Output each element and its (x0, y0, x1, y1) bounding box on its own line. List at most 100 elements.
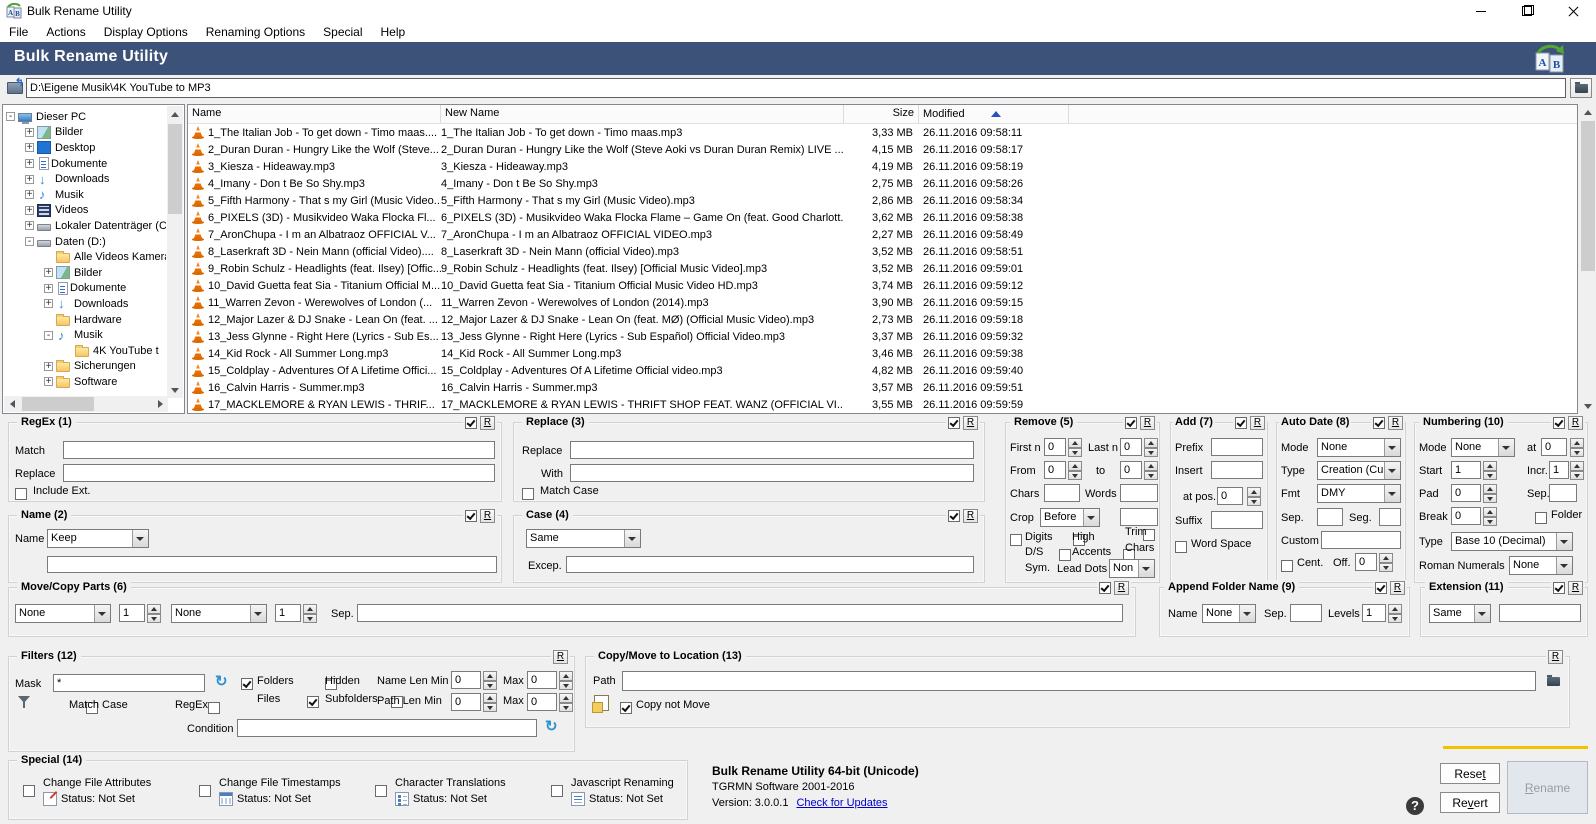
prefix-input[interactable] (1211, 438, 1263, 456)
chevron-down-icon[interactable] (1138, 560, 1154, 577)
file-row[interactable]: 14_Kid Rock - All Summer Long.mp3 14_Kid… (188, 345, 1577, 362)
panel-reset-button[interactable]: R (480, 509, 495, 523)
incr-stepper[interactable] (1570, 461, 1584, 480)
chevron-down-icon[interactable] (624, 530, 640, 547)
chevron-down-icon[interactable] (1384, 462, 1400, 479)
scroll-down-icon[interactable] (1584, 404, 1592, 409)
case-exceptions-input[interactable] (566, 556, 974, 573)
tree-item[interactable]: Bilder (6, 265, 166, 281)
file-row[interactable]: 8_Laserkraft 3D - Nein Mann (official Vi… (188, 243, 1577, 260)
name-len-min-stepper[interactable] (483, 671, 497, 690)
browse-destination-button[interactable] (1542, 671, 1564, 691)
menu-item[interactable]: Special (314, 22, 371, 42)
scrollbar-thumb[interactable] (1581, 121, 1595, 271)
offset-input[interactable] (1355, 553, 1377, 571)
panel-reset-button[interactable]: R (1548, 650, 1563, 664)
words-input[interactable] (1120, 484, 1158, 502)
tree-item[interactable]: Videos (6, 203, 166, 219)
tree-expander-icon[interactable] (44, 284, 53, 293)
tree-item[interactable]: Desktop (6, 140, 166, 156)
tree-expander-icon[interactable] (25, 237, 34, 246)
part2-count-stepper[interactable] (303, 604, 317, 623)
file-row[interactable]: 11_Warren Zevon - Werewolves of London (… (188, 294, 1577, 311)
name-mode-select[interactable]: Keep (47, 529, 149, 548)
append-sep-input[interactable] (1290, 604, 1322, 622)
file-row[interactable]: 16_Calvin Harris - Summer.mp3 16_Calvin … (188, 379, 1577, 396)
tree-expander-icon[interactable] (44, 299, 53, 308)
tree-vertical-scrollbar[interactable] (167, 106, 183, 398)
at-pos-input[interactable] (1217, 487, 1243, 505)
tree-item[interactable]: Alle Videos Kamera (6, 249, 166, 265)
file-row[interactable]: 13_Jess Glynne - Right Here (Lyrics - Su… (188, 328, 1577, 345)
with-input[interactable] (570, 464, 974, 482)
tree-expander-icon[interactable] (25, 190, 34, 199)
levels-input[interactable] (1362, 604, 1386, 622)
start-input[interactable] (1451, 461, 1481, 479)
file-row[interactable]: 9_Robin Schulz - Headlights (feat. Ilsey… (188, 260, 1577, 277)
chevron-down-icon[interactable] (1498, 439, 1514, 456)
to-stepper[interactable] (1144, 461, 1158, 480)
numbering-sep-input[interactable] (1549, 484, 1577, 502)
tree-horizontal-scrollbar[interactable] (4, 396, 168, 412)
last-n-input[interactable] (1120, 438, 1142, 456)
break-stepper[interactable] (1483, 507, 1497, 526)
menu-item[interactable]: Display Options (95, 22, 197, 42)
tree-item[interactable]: Bilder (6, 125, 166, 141)
part1-mode-select[interactable]: None (15, 604, 111, 623)
chevron-down-icon[interactable] (94, 605, 110, 622)
condition-input[interactable] (237, 719, 537, 737)
scroll-up-icon[interactable] (1584, 110, 1592, 115)
file-row[interactable]: 6_PIXELS (3D) - Musikvideo Waka Flocka F… (188, 209, 1577, 226)
file-row[interactable]: 10_David Guetta feat Sia - Titanium Offi… (188, 277, 1577, 294)
name-len-max-input[interactable] (527, 671, 557, 689)
path-len-max-stepper[interactable] (559, 693, 573, 712)
last-n-stepper[interactable] (1144, 438, 1158, 457)
century-checkbox[interactable] (1281, 560, 1293, 572)
chevron-down-icon[interactable] (1384, 485, 1400, 502)
pad-stepper[interactable] (1483, 484, 1497, 503)
part1-count-input[interactable] (119, 604, 145, 622)
from-input[interactable] (1044, 461, 1066, 479)
special-item-checkbox[interactable] (199, 785, 211, 797)
tree-item[interactable]: Dieser PC (6, 109, 166, 125)
copy-not-move-checkbox[interactable] (620, 702, 632, 714)
column-header-modified[interactable]: Modified (919, 105, 1069, 123)
list-vertical-scrollbar[interactable] (1580, 104, 1596, 414)
column-header-new-name[interactable]: New Name (441, 105, 844, 123)
path-len-min-stepper[interactable] (483, 693, 497, 712)
browse-folder-button[interactable] (1570, 78, 1592, 98)
numbering-type-select[interactable]: Base 10 (Decimal) (1451, 532, 1573, 551)
replace-input[interactable] (570, 441, 974, 459)
chevron-down-icon[interactable] (1474, 605, 1490, 622)
regex-match-input[interactable] (63, 441, 495, 459)
tree-item[interactable]: Lokaler Datenträger (C (6, 218, 166, 234)
first-n-input[interactable] (1044, 438, 1066, 456)
roman-numerals-select[interactable]: None (1509, 556, 1573, 575)
panel-reset-button[interactable]: R (1388, 416, 1403, 430)
chars-input[interactable] (1044, 484, 1080, 502)
match-case-checkbox[interactable] (522, 488, 534, 500)
minimize-icon[interactable] (1458, 0, 1504, 22)
pad-input[interactable] (1451, 484, 1481, 502)
regex-checkbox[interactable] (208, 702, 220, 714)
scroll-down-icon[interactable] (171, 388, 179, 393)
levels-stepper[interactable] (1388, 604, 1402, 623)
reset-button[interactable]: Reset (1440, 763, 1500, 784)
menu-item[interactable]: Actions (37, 22, 94, 42)
special-item-checkbox[interactable] (23, 785, 35, 797)
folder-checkbox[interactable] (1535, 512, 1547, 524)
suffix-input[interactable] (1211, 511, 1263, 529)
panel-reset-button[interactable]: R (1568, 581, 1583, 595)
panel-enable-checkbox[interactable] (465, 510, 477, 522)
regex-replace-input[interactable] (63, 464, 495, 482)
date-mode-select[interactable]: None (1317, 438, 1401, 457)
offset-stepper[interactable] (1379, 553, 1393, 572)
date-custom-input[interactable] (1321, 531, 1401, 549)
start-stepper[interactable] (1483, 461, 1497, 480)
folder-up-icon[interactable]: ↰ (7, 80, 23, 94)
word-space-checkbox[interactable] (1175, 541, 1187, 553)
menu-item[interactable]: Help (372, 22, 415, 42)
digits-checkbox[interactable] (1010, 534, 1022, 546)
append-mode-select[interactable]: None (1202, 604, 1256, 623)
file-row[interactable]: 12_Major Lazer & DJ Snake - Lean On (fea… (188, 311, 1577, 328)
